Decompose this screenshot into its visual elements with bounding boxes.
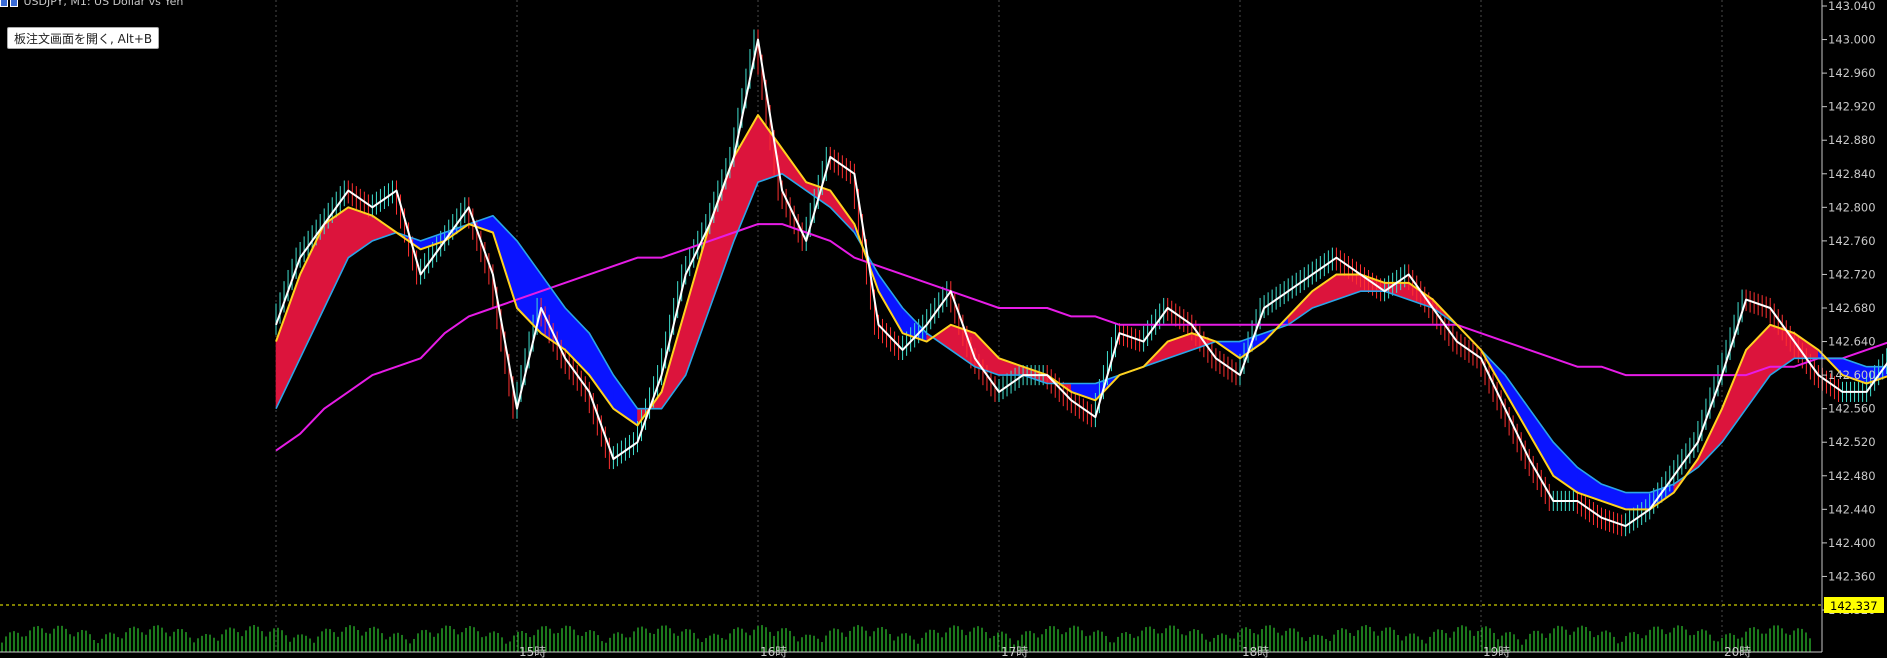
chart-title-text: USDJPY, M1: US Dollar vs Yen <box>23 0 184 8</box>
chart-window-icon <box>10 0 18 7</box>
price-tick-label: 143.000 <box>1828 33 1876 47</box>
price-tick-label: 142.760 <box>1828 234 1876 248</box>
chart-title: USDJPY, M1: US Dollar vs Yen <box>0 0 183 9</box>
current-price-label: 142.337 <box>1830 599 1878 613</box>
fast-ma-line <box>275 114 1887 511</box>
slow-ma-line <box>275 172 1887 494</box>
price-tick-label: 142.640 <box>1828 335 1876 349</box>
price-tick-label: 142.880 <box>1828 133 1876 147</box>
price-tick-label: 142.960 <box>1828 66 1876 80</box>
price-tick-label: 142.720 <box>1828 267 1876 281</box>
price-tick-label: 142.800 <box>1828 200 1876 214</box>
price-tick-label: 142.560 <box>1828 402 1876 416</box>
price-tick-label: 142.920 <box>1828 100 1876 114</box>
chart-window-icon <box>0 0 8 7</box>
price-tick-label: 142.840 <box>1828 167 1876 181</box>
price-tick-label: 142.520 <box>1828 435 1876 449</box>
price-chart[interactable]: 15時 16時 17時 18時 19時 20時143.040143.000142.9601… <box>0 0 1887 658</box>
price-tick-label: 142.600 <box>1828 368 1876 382</box>
price-tick-label: 142.680 <box>1828 301 1876 315</box>
price-tick-label: 142.400 <box>1828 536 1876 550</box>
price-tick-label: 142.440 <box>1828 502 1876 516</box>
chart-window[interactable]: 15時 16時 17時 18時 19時 20時 143.040 143.000 142.960 1… <box>0 0 1887 658</box>
price-tick-label: 142.360 <box>1828 569 1876 583</box>
price-tick-label: 143.040 <box>1828 0 1876 13</box>
price-tick-label: 142.480 <box>1828 469 1876 483</box>
open-order-panel-button[interactable]: 板注文画面を開く, Alt+B <box>7 27 160 49</box>
